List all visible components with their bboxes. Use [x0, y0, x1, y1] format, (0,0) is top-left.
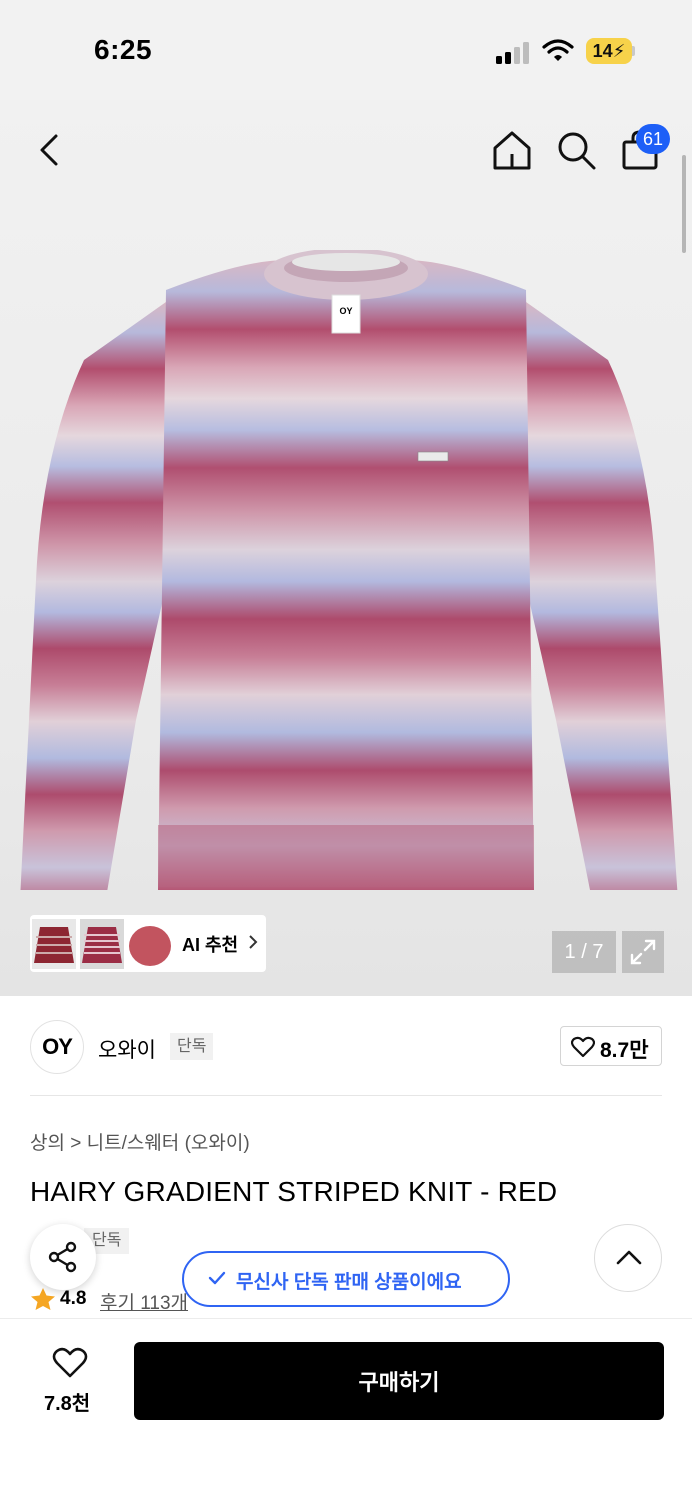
ai-recommend-bar[interactable]: AI 추천	[30, 915, 266, 972]
heart-icon	[52, 1347, 88, 1378]
expand-button[interactable]	[622, 931, 664, 973]
search-icon	[558, 132, 596, 170]
buy-button[interactable]: 구매하기	[134, 1342, 664, 1420]
product-image: OY	[20, 250, 678, 890]
ai-thumbnail[interactable]	[80, 919, 124, 969]
svg-text:OY: OY	[339, 306, 352, 316]
home-icon	[493, 131, 531, 170]
divider	[30, 1095, 662, 1096]
exclusive-toast: 무신사 단독 판매 상품이에요	[182, 1251, 510, 1307]
scrollbar[interactable]	[682, 155, 686, 253]
brand-name[interactable]: 오와이	[98, 1034, 156, 1064]
thumbnail-image	[129, 926, 171, 966]
charging-icon: ⚡	[612, 41, 626, 61]
bottom-action-bar: 7.8천 구매하기	[0, 1318, 692, 1501]
battery-level: 14	[592, 41, 613, 61]
chevron-left-icon	[40, 134, 58, 166]
brand-like-count: 8.7만	[600, 1039, 649, 1062]
share-button[interactable]	[30, 1224, 96, 1290]
cart-count-badge: 61	[636, 124, 670, 154]
product-gallery[interactable]: OY 61 AI 추천 1 / 7	[0, 100, 692, 996]
brand-exclusive-tag: 단독	[170, 1033, 214, 1060]
image-counter: 1 / 7	[552, 931, 616, 973]
product-title: HAIRY GRADIENT STRIPED KNIT - RED	[30, 1176, 558, 1207]
battery-tip	[632, 46, 635, 56]
breadcrumb[interactable]: 상의 > 니트/스웨터 (오와이)	[30, 1128, 250, 1155]
share-icon	[48, 1241, 77, 1273]
rating-value: 4.8	[60, 1288, 87, 1309]
thumbnail-image	[82, 927, 122, 963]
scroll-top-button[interactable]	[594, 1224, 662, 1292]
chevron-right-icon	[249, 935, 258, 949]
search-button[interactable]	[554, 128, 598, 172]
wishlist-count: 7.8천	[44, 1393, 91, 1415]
reviews-link[interactable]: 후기 113개	[100, 1288, 188, 1315]
status-time: 6:25	[94, 34, 153, 65]
status-bar: 6:25 14⚡	[0, 0, 692, 100]
toast-text: 무신사 단독 판매 상품이에요	[236, 1272, 462, 1293]
check-icon	[208, 1271, 226, 1285]
expand-icon	[630, 939, 656, 965]
back-button[interactable]	[30, 130, 70, 170]
thumbnail-image	[34, 927, 74, 963]
heart-icon	[571, 1036, 595, 1058]
chevron-up-icon	[616, 1250, 642, 1265]
signal-icon	[496, 42, 529, 64]
brand-logo[interactable]: OY	[30, 1020, 84, 1074]
ai-thumbnail[interactable]	[32, 919, 76, 969]
star-icon	[31, 1288, 55, 1310]
battery-indicator: 14⚡	[586, 38, 632, 64]
ai-recommend-label: AI 추천	[182, 935, 239, 955]
home-button[interactable]	[490, 128, 534, 172]
wifi-icon	[542, 39, 574, 61]
ai-thumbnail[interactable]	[128, 919, 172, 969]
